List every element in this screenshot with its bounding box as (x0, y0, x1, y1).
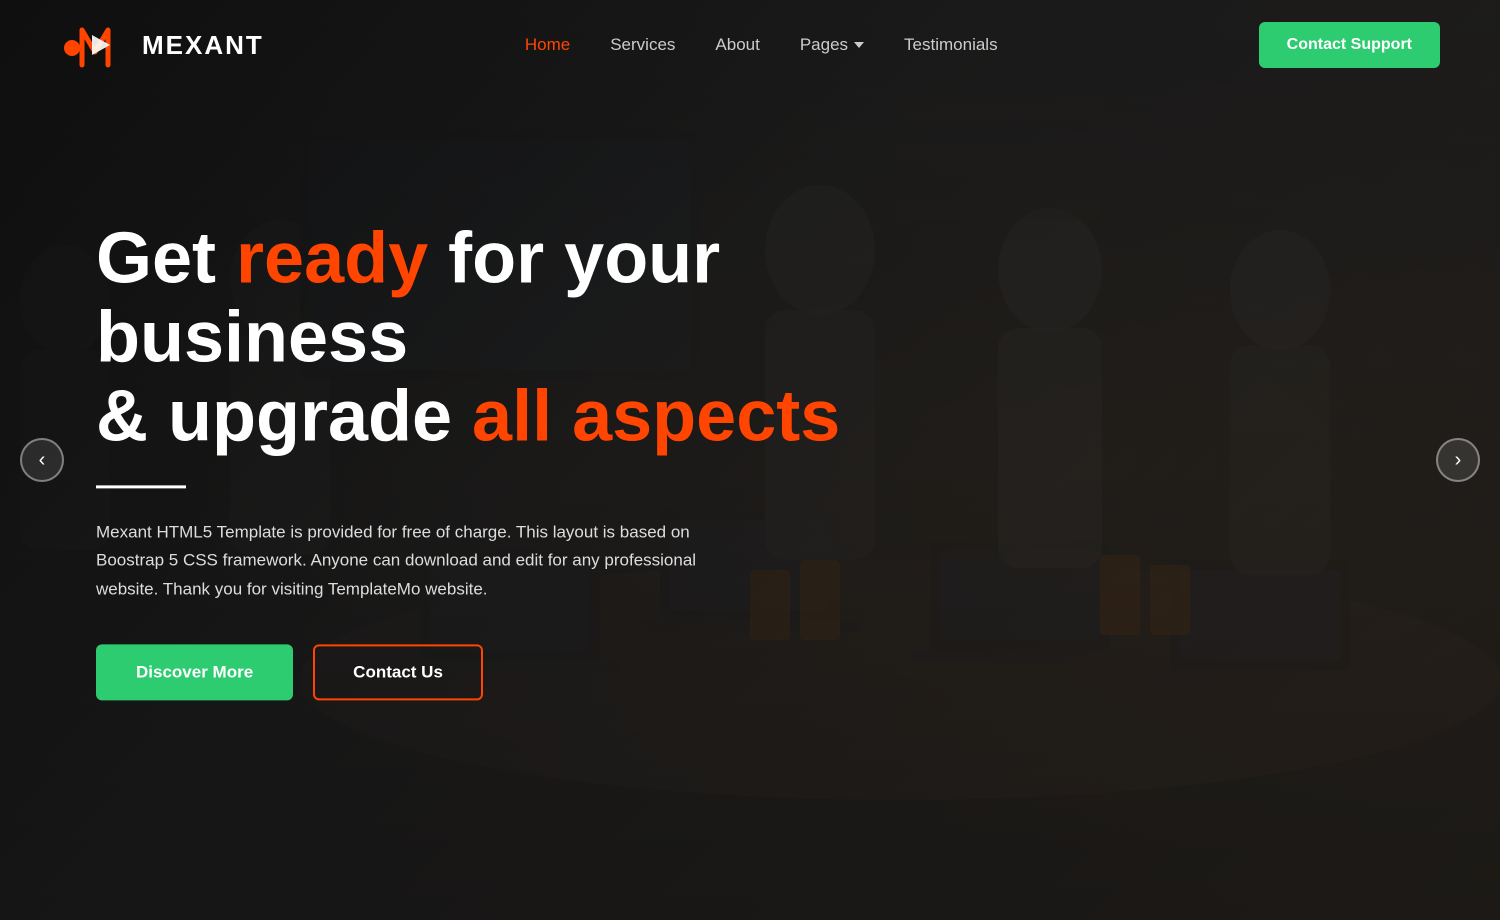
chevron-down-icon (854, 42, 864, 48)
nav-item-services[interactable]: Services (610, 35, 675, 55)
nav-link-about[interactable]: About (715, 35, 759, 54)
prev-slide-button[interactable]: ‹ (20, 438, 64, 482)
prev-arrow-icon: ‹ (39, 449, 46, 472)
hero-section: MEXANT Home Services About Pages Testimo… (0, 0, 1500, 920)
nav-link-testimonials[interactable]: Testimonials (904, 35, 998, 54)
hero-buttons: Discover More Contact Us (96, 645, 840, 701)
contact-support-button[interactable]: Contact Support (1259, 22, 1440, 68)
nav-link-pages[interactable]: Pages (800, 35, 864, 55)
contact-us-button[interactable]: Contact Us (313, 645, 483, 701)
nav-item-pages[interactable]: Pages (800, 35, 864, 55)
hero-description: Mexant HTML5 Template is provided for fr… (96, 518, 746, 605)
logo-area: MEXANT (60, 10, 264, 80)
headline-line1: Get ready for your (96, 218, 720, 298)
logo-icon (60, 10, 130, 80)
navbar: MEXANT Home Services About Pages Testimo… (0, 0, 1500, 90)
discover-more-button[interactable]: Discover More (96, 645, 293, 701)
hero-divider (96, 485, 186, 488)
nav-item-home[interactable]: Home (525, 35, 570, 55)
nav-link-home[interactable]: Home (525, 35, 570, 54)
hero-content: Get ready for your business & upgrade al… (96, 219, 840, 700)
nav-item-about[interactable]: About (715, 35, 759, 55)
hero-headline: Get ready for your business & upgrade al… (96, 219, 840, 457)
next-arrow-icon: › (1455, 449, 1462, 472)
nav-item-testimonials[interactable]: Testimonials (904, 35, 998, 55)
nav-link-services[interactable]: Services (610, 35, 675, 54)
headline-line3: & upgrade all aspects (96, 377, 840, 457)
next-slide-button[interactable]: › (1436, 438, 1480, 482)
headline-line2: business (96, 298, 408, 378)
logo-text: MEXANT (142, 30, 264, 61)
nav-links: Home Services About Pages Testimonials (525, 35, 998, 55)
